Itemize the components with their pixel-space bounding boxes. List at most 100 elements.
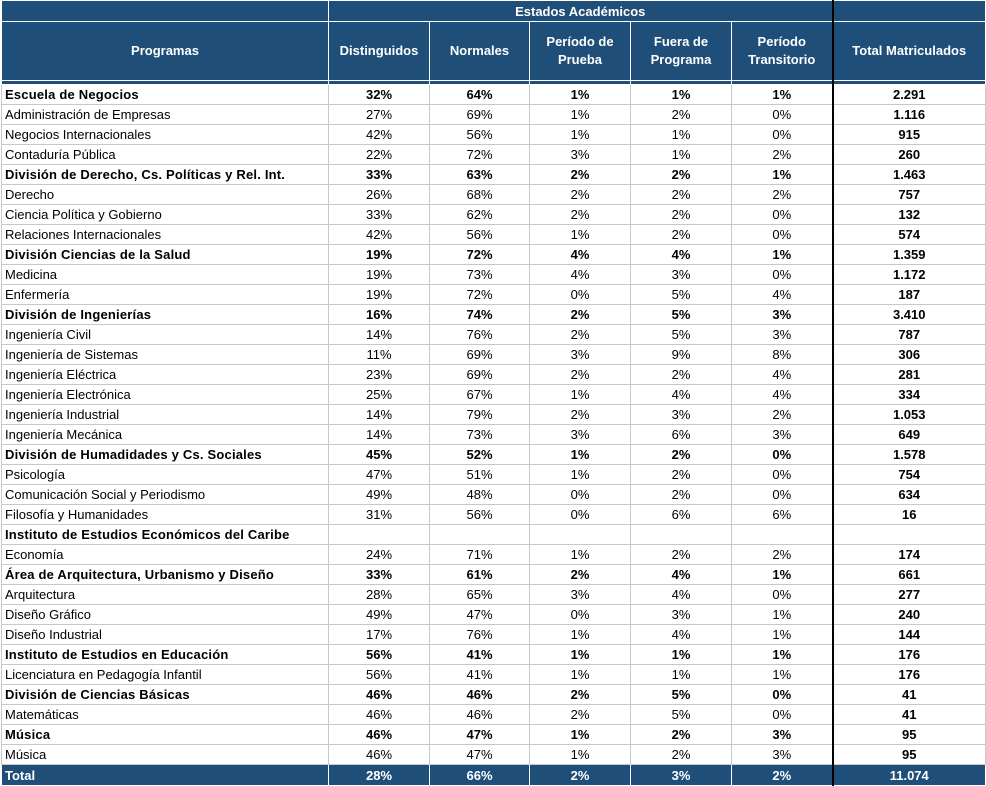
cell-total-matriculados: 574 [831, 224, 986, 245]
table-row: Diseño Industrial 17% 76% 1% 4% 1% 144 [1, 624, 986, 645]
cell-normales: 72% [429, 144, 530, 165]
cell-periodo-transitorio: 6% [731, 504, 833, 525]
cell-fuera-programa: 9% [630, 344, 732, 365]
cell-normales: 46% [429, 704, 530, 725]
table-row: Medicina 19% 73% 4% 3% 0% 1.172 [1, 264, 986, 285]
cell-periodo-prueba: 2% [529, 404, 631, 425]
cell-normales: 56% [429, 504, 530, 525]
cell-periodo-prueba: 2% [529, 564, 631, 585]
total-transitorio: 2% [731, 764, 833, 786]
cell-normales: 76% [429, 624, 530, 645]
group-row: División de Humadidades y Cs. Sociales 45… [1, 444, 986, 465]
header-periodo-prueba: Período de Prueba [529, 21, 631, 81]
cell-periodo-prueba: 1% [529, 104, 631, 125]
group-row: Instituto de Estudios en Educación 56% 41%… [1, 644, 986, 665]
cell-periodo-transitorio: 2% [731, 144, 833, 165]
cell-normales: 72% [429, 244, 530, 265]
cell-distinguidos: 19% [328, 244, 430, 265]
cell-distinguidos: 56% [328, 664, 430, 685]
table-row: Ingeniería de Sistemas 11% 69% 3% 9% 8% 306 [1, 344, 986, 365]
cell-periodo-transitorio: 4% [731, 364, 833, 385]
cell-total-matriculados: 634 [831, 484, 986, 505]
cell-periodo-prueba: 1% [529, 464, 631, 485]
cell-distinguidos: 24% [328, 544, 430, 565]
cell-normales [429, 524, 530, 545]
cell-normales: 64% [429, 84, 530, 105]
cell-distinguidos: 11% [328, 344, 430, 365]
cell-periodo-transitorio: 2% [731, 544, 833, 565]
cell-normales: 47% [429, 744, 530, 765]
cell-total-matriculados: 281 [831, 364, 986, 385]
program-name: Matemáticas [1, 704, 329, 725]
cell-periodo-prueba: 2% [529, 204, 631, 225]
table-row: Derecho 26% 68% 2% 2% 2% 757 [1, 184, 986, 205]
cell-distinguidos: 42% [328, 124, 430, 145]
cell-periodo-transitorio: 0% [731, 704, 833, 725]
header-distinguidos: Distinguidos [328, 21, 430, 81]
cell-fuera-programa: 2% [630, 224, 732, 245]
cell-fuera-programa: 1% [630, 124, 732, 145]
cell-fuera-programa: 2% [630, 184, 732, 205]
header-periodo-transitorio: Período Transitorio [731, 21, 833, 81]
total-label: Total [1, 764, 329, 786]
cell-periodo-transitorio: 0% [731, 204, 833, 225]
cell-normales: 41% [429, 664, 530, 685]
cell-periodo-prueba: 2% [529, 164, 631, 185]
total-prueba: 2% [529, 764, 631, 786]
header-total-matriculados: Total Matriculados [831, 21, 986, 81]
cell-normales: 72% [429, 284, 530, 305]
cell-total-matriculados: 1.578 [831, 444, 986, 465]
cell-periodo-prueba: 1% [529, 744, 631, 765]
cell-fuera-programa: 2% [630, 744, 732, 765]
group-row: División de Ingenierías 16% 74% 2% 5% 3% 3.410 [1, 304, 986, 325]
cell-normales: 46% [429, 684, 530, 705]
program-name: Instituto de Estudios Económicos del Car… [1, 524, 329, 545]
cell-total-matriculados: 174 [831, 544, 986, 565]
table-row: Ingeniería Eléctrica 23% 69% 2% 2% 4% 281 [1, 364, 986, 385]
cell-fuera-programa: 2% [630, 104, 732, 125]
cell-normales: 74% [429, 304, 530, 325]
cell-periodo-prueba: 4% [529, 264, 631, 285]
cell-normales: 61% [429, 564, 530, 585]
program-name: Derecho [1, 184, 329, 205]
cell-periodo-prueba: 4% [529, 244, 631, 265]
cell-periodo-transitorio: 4% [731, 284, 833, 305]
cell-normales: 62% [429, 204, 530, 225]
cell-normales: 68% [429, 184, 530, 205]
cell-total-matriculados: 1.172 [831, 264, 986, 285]
cell-normales: 56% [429, 124, 530, 145]
group-row: Instituto de Estudios Económicos del Car… [1, 524, 986, 545]
cell-normales: 79% [429, 404, 530, 425]
cell-distinguidos: 42% [328, 224, 430, 245]
cell-normales: 48% [429, 484, 530, 505]
cell-distinguidos: 14% [328, 404, 430, 425]
total-normales: 66% [429, 764, 530, 786]
cell-fuera-programa: 5% [630, 684, 732, 705]
cell-fuera-programa: 1% [630, 664, 732, 685]
cell-fuera-programa: 2% [630, 444, 732, 465]
program-name: División de Ingenierías [1, 304, 329, 325]
cell-total-matriculados: 41 [831, 704, 986, 725]
cell-total-matriculados: 757 [831, 184, 986, 205]
cell-total-matriculados: 334 [831, 384, 986, 405]
cell-fuera-programa: 6% [630, 504, 732, 525]
cell-periodo-prueba: 0% [529, 284, 631, 305]
cell-total-matriculados: 260 [831, 144, 986, 165]
table-body: Escuela de Negocios 32% 64% 1% 1% 1% 2.291 Admi… [1, 84, 986, 765]
cell-total-matriculados: 240 [831, 604, 986, 625]
cell-periodo-prueba: 3% [529, 344, 631, 365]
program-name: Instituto de Estudios en Educación [1, 644, 329, 665]
cell-periodo-transitorio: 0% [731, 104, 833, 125]
group-row: División de Ciencias Básicas 46% 46% 2% 5% 0%… [1, 684, 986, 705]
cell-distinguidos: 33% [328, 564, 430, 585]
program-name: División de Derecho, Cs. Políticas y Rel… [1, 164, 329, 185]
cell-total-matriculados: 1.053 [831, 404, 986, 425]
cell-distinguidos: 46% [328, 724, 430, 745]
table-row: Ingeniería Civil 14% 76% 2% 5% 3% 787 [1, 324, 986, 345]
cell-periodo-transitorio: 8% [731, 344, 833, 365]
table-row: Música 46% 47% 1% 2% 3% 95 [1, 744, 986, 765]
cell-periodo-transitorio: 1% [731, 564, 833, 585]
cell-fuera-programa: 2% [630, 464, 732, 485]
program-name: Economía [1, 544, 329, 565]
cell-total-matriculados: 3.410 [831, 304, 986, 325]
